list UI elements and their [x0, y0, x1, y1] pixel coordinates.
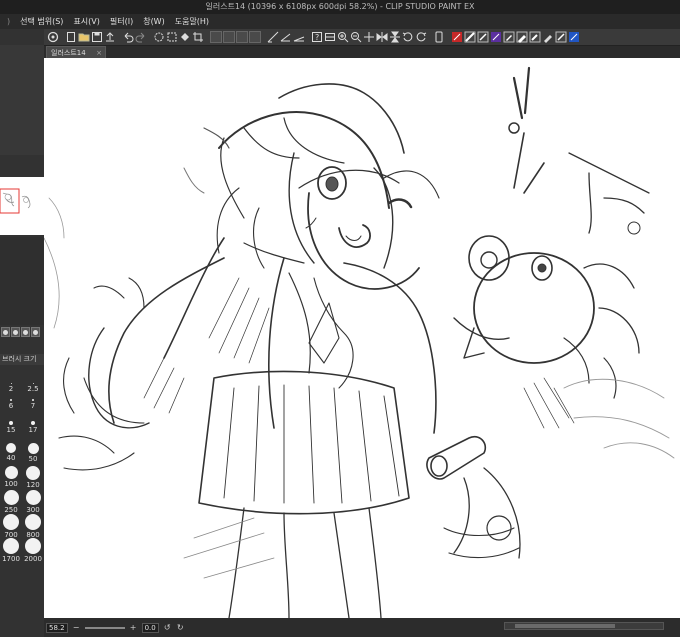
- transform-icon[interactable]: [210, 31, 222, 43]
- marker-icon[interactable]: [529, 31, 541, 43]
- help-icon[interactable]: ?: [311, 31, 323, 43]
- brush-size-1700[interactable]: 1700: [0, 538, 22, 563]
- brush-size-700[interactable]: 700: [0, 514, 22, 539]
- brush-shape-icon[interactable]: [11, 327, 20, 337]
- zoom-in-button[interactable]: +: [129, 623, 138, 632]
- tab-document[interactable]: 일러스트14 ×: [46, 46, 106, 58]
- brush-size-120[interactable]: 120: [22, 466, 44, 489]
- panel-area-empty: [0, 237, 44, 325]
- new-icon[interactable]: [65, 31, 77, 43]
- open-icon[interactable]: [78, 31, 90, 43]
- ruler-special-icon[interactable]: [293, 31, 305, 43]
- pen-pressure-icon[interactable]: [1, 327, 10, 337]
- brush-size-7[interactable]: 7: [22, 399, 44, 410]
- brush-size-100[interactable]: 100: [0, 466, 22, 488]
- panel-icon-row: [0, 327, 44, 339]
- brush-size-2000[interactable]: 2000: [22, 538, 44, 563]
- menu-item-partial[interactable]: ): [2, 14, 15, 29]
- layer-icon[interactable]: [236, 31, 248, 43]
- crop-icon[interactable]: [192, 31, 204, 43]
- grid-icon[interactable]: [324, 31, 336, 43]
- scrollbar-thumb[interactable]: [515, 624, 615, 628]
- brush-size-800[interactable]: 800: [22, 514, 44, 539]
- menu-item-selection[interactable]: 선택 범위(S): [15, 14, 68, 29]
- window-title: 일러스트14 (10396 x 6108px 600dpi 58.2%) - C…: [0, 0, 680, 14]
- svg-text:?: ?: [315, 33, 319, 42]
- zoom-out-icon[interactable]: [350, 31, 362, 43]
- brush-size-17[interactable]: 17: [22, 421, 44, 434]
- navigator-preview[interactable]: [0, 177, 44, 235]
- drawing-canvas[interactable]: [44, 58, 680, 618]
- zoom-slider[interactable]: [84, 626, 125, 629]
- brush-size-grid: 2 2.5 6 7 15 17 40 50 100 120 250 300 70…: [0, 369, 44, 567]
- color-swatch-icon[interactable]: [451, 31, 463, 43]
- decoration-icon[interactable]: [568, 31, 580, 43]
- pencil-icon[interactable]: [516, 31, 528, 43]
- rotation-field[interactable]: 0.0: [141, 622, 159, 633]
- ruler-icon[interactable]: [267, 31, 279, 43]
- status-bar: 58.2 − + 0.0 ↺ ↻: [44, 618, 680, 637]
- tab-label: 일러스트14: [51, 49, 86, 57]
- rotate-right-button[interactable]: ↻: [176, 623, 185, 632]
- menu-item-view[interactable]: 표시(V): [68, 14, 104, 29]
- menu-bar: ) 선택 범위(S) 표시(V) 필터(I) 창(W) 도움말(H): [0, 14, 680, 29]
- zoom-out-button[interactable]: −: [72, 623, 81, 632]
- brush-size-250[interactable]: 250: [0, 490, 22, 514]
- airbrush-icon[interactable]: [555, 31, 567, 43]
- brush-size-300[interactable]: 300: [22, 490, 44, 514]
- undo-icon[interactable]: [122, 31, 134, 43]
- clear-icon[interactable]: [153, 31, 165, 43]
- zoom-level-field[interactable]: 58.2: [46, 622, 68, 633]
- rotate-icon[interactable]: [415, 31, 427, 43]
- sketch-artwork: [44, 66, 675, 618]
- left-panel: 브러시 크기 2 2.5 6 7 15 17 40 50 100 120 250…: [0, 29, 44, 637]
- export-icon[interactable]: [104, 31, 116, 43]
- stabilization-icon[interactable]: [21, 327, 30, 337]
- fit-icon[interactable]: [363, 31, 375, 43]
- settings-icon[interactable]: [31, 327, 40, 337]
- command-bar: ?: [44, 29, 680, 46]
- brush-icon[interactable]: [477, 31, 489, 43]
- menu-item-help[interactable]: 도움말(H): [170, 14, 214, 29]
- vector-brush-icon[interactable]: [490, 31, 502, 43]
- menu-item-filter[interactable]: 필터(I): [105, 14, 138, 29]
- clip-studio-icon[interactable]: [47, 31, 59, 43]
- brush-size-6[interactable]: 6: [0, 399, 22, 410]
- brush-size-2[interactable]: 2: [0, 383, 22, 393]
- flip-icon[interactable]: [376, 31, 388, 43]
- brush-size-panel-title: 브러시 크기: [0, 354, 44, 365]
- mask-icon[interactable]: [249, 31, 261, 43]
- brush-size-50[interactable]: 50: [22, 443, 44, 463]
- redo-icon[interactable]: [135, 31, 147, 43]
- ruler-snap-icon[interactable]: [280, 31, 292, 43]
- ink-pen-icon[interactable]: [542, 31, 554, 43]
- fill-icon[interactable]: [179, 31, 191, 43]
- brush-size-2-5[interactable]: 2.5: [22, 383, 44, 393]
- rotate-left-button[interactable]: ↺: [163, 623, 172, 632]
- clear-outside-icon[interactable]: [166, 31, 178, 43]
- tablet-icon[interactable]: [433, 31, 445, 43]
- panel-area: [0, 45, 44, 155]
- rotate-left-icon[interactable]: [402, 31, 414, 43]
- selection-icon[interactable]: [223, 31, 235, 43]
- zoom-in-icon[interactable]: [337, 31, 349, 43]
- brush-size-15[interactable]: 15: [0, 421, 22, 434]
- horizontal-scrollbar[interactable]: [504, 622, 664, 630]
- material-icon[interactable]: [464, 31, 476, 43]
- pen-icon[interactable]: [503, 31, 515, 43]
- brush-size-40[interactable]: 40: [0, 443, 22, 462]
- flip-vertical-icon[interactable]: [389, 31, 401, 43]
- save-icon[interactable]: [91, 31, 103, 43]
- menu-item-window[interactable]: 창(W): [138, 14, 170, 29]
